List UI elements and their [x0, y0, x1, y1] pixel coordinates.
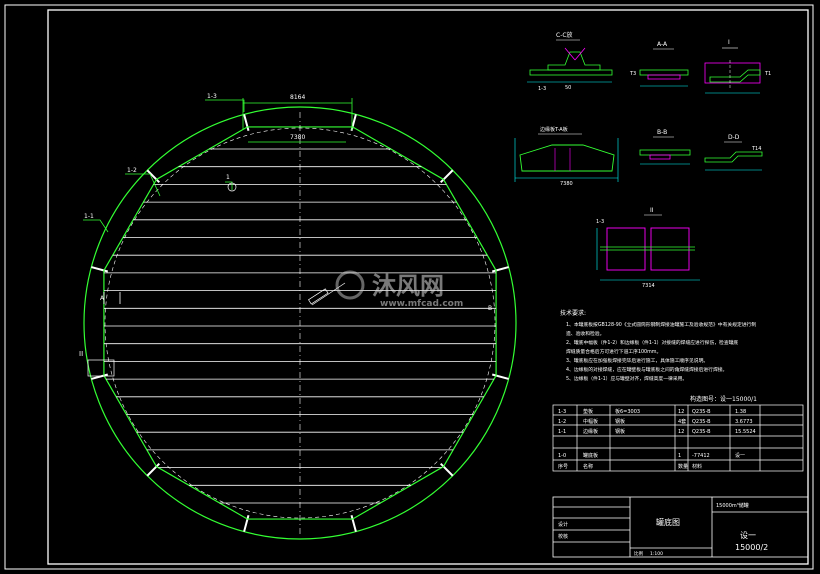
note-line: 3、罐底板应在加强板焊接完毕后进行施工，具体施工顺序见说明。 — [566, 357, 708, 364]
ii-label-1-3: 1-3 — [596, 219, 604, 225]
scale-label: 比例 — [634, 550, 643, 557]
sheet-code: 15000/2 — [735, 543, 768, 552]
header-qty: 数量 — [678, 463, 688, 470]
note-line: 2、罐底中幅板（件1-2）和边缘板（件1-1）对接缝的焊缝应进行探伤，检查罐底 — [566, 339, 738, 346]
drawing-code: 设一 — [740, 530, 756, 540]
row-spec: 钢板 — [615, 418, 625, 425]
notes-title: 技术要求: — [560, 309, 586, 317]
label-1: 1 — [226, 174, 230, 181]
mark-B: B — [488, 305, 492, 312]
row-name: 中幅板 — [583, 418, 598, 425]
detail-II-label: II — [79, 350, 83, 358]
label-1-2: 1-2 — [127, 167, 137, 174]
design-label: 设计 — [558, 521, 568, 528]
note-line: 1、本罐底板按GB128-90《立式圆筒形钢制焊接油罐施工及验收规范》中有关规定… — [566, 321, 756, 328]
scale-value: 1:100 — [650, 551, 663, 557]
row-no: 1-3 — [558, 409, 566, 415]
row-qty: 12 — [678, 409, 684, 415]
note-line: 造、验收和检验。 — [566, 330, 604, 337]
label-1-1: 1-1 — [84, 213, 94, 220]
cc-dim-50: 50 — [565, 85, 571, 91]
row-mat: Q235-B — [692, 409, 711, 415]
dd-title: D-D — [728, 134, 740, 141]
row-spec: 板6=3003 — [615, 408, 640, 415]
row-mat: Q235-B — [692, 429, 711, 435]
subtotal-qty: 1 — [678, 453, 681, 459]
row-mass: 3.6773 — [735, 419, 753, 425]
aa-label-T3: T3 — [629, 71, 636, 77]
cc-label-1-3: 1-3 — [538, 86, 546, 92]
row-no: 1-2 — [558, 419, 566, 425]
subtotal-total: 设一 — [735, 452, 745, 459]
edge-title: 边缘板T-A板 — [540, 126, 568, 133]
check-label: 校核 — [558, 533, 568, 540]
watermark-url: www.mfcad.com — [380, 299, 463, 309]
aa-title: A-A — [657, 41, 668, 48]
header-name: 名称 — [583, 463, 593, 470]
row-name: 垫板 — [583, 408, 593, 415]
row-qty: 12 — [678, 429, 684, 435]
ii-dim-7314: 7314 — [642, 283, 655, 289]
note-line: 5、边缘板（件1-1）应与罐壁对齐，焊缝高度一律采用。 — [566, 375, 687, 382]
cc-title: C-C放 — [556, 31, 573, 39]
row-no: 1-1 — [558, 429, 566, 435]
subtotal-no: 1-0 — [558, 453, 566, 459]
subtotal-mat: -77412 — [692, 453, 710, 459]
row-mass: 1.38 — [735, 409, 746, 415]
cad-drawing: 8164 7380 1-3 1-2 1-1 1 II A B 沐风网 www.m… — [0, 0, 820, 574]
label-1-3: 1-3 — [207, 93, 217, 100]
dd-label-T14: T14 — [751, 146, 761, 152]
header-mat: 材料 — [692, 463, 702, 470]
edge-dim-7380: 7380 — [560, 181, 573, 187]
drawing-name: 罐底图 — [656, 517, 680, 527]
i-label-T1: T1 — [764, 71, 771, 77]
row-mass: 15.5524 — [735, 429, 756, 435]
row-qty: 4套 — [678, 418, 686, 425]
project-name: 15000m³储罐 — [716, 502, 749, 509]
row-name: 边缘板 — [583, 428, 598, 435]
row-mat: Q235-B — [692, 419, 711, 425]
note-line: 焊缝质量合格后方可进行下道工序100mm。 — [566, 348, 661, 355]
i-title: I — [728, 39, 730, 46]
row-spec: 钢板 — [615, 428, 625, 435]
header-no: 序号 — [558, 463, 568, 470]
ii-title: II — [650, 207, 654, 214]
drawing-number: 构造图号：设一15000/1 — [690, 395, 757, 403]
note-line: 4、边缘板的对接焊缝，应在罐壁板与罐底板之间的角焊缝焊接后进行焊接。 — [566, 366, 727, 373]
dim-inner-7380: 7380 — [290, 134, 305, 141]
watermark-name: 沐风网 — [372, 272, 444, 300]
dim-outer-8164: 8164 — [290, 94, 305, 101]
bb-title: B-B — [657, 129, 667, 136]
subtotal-name: 罐底板 — [583, 452, 598, 459]
